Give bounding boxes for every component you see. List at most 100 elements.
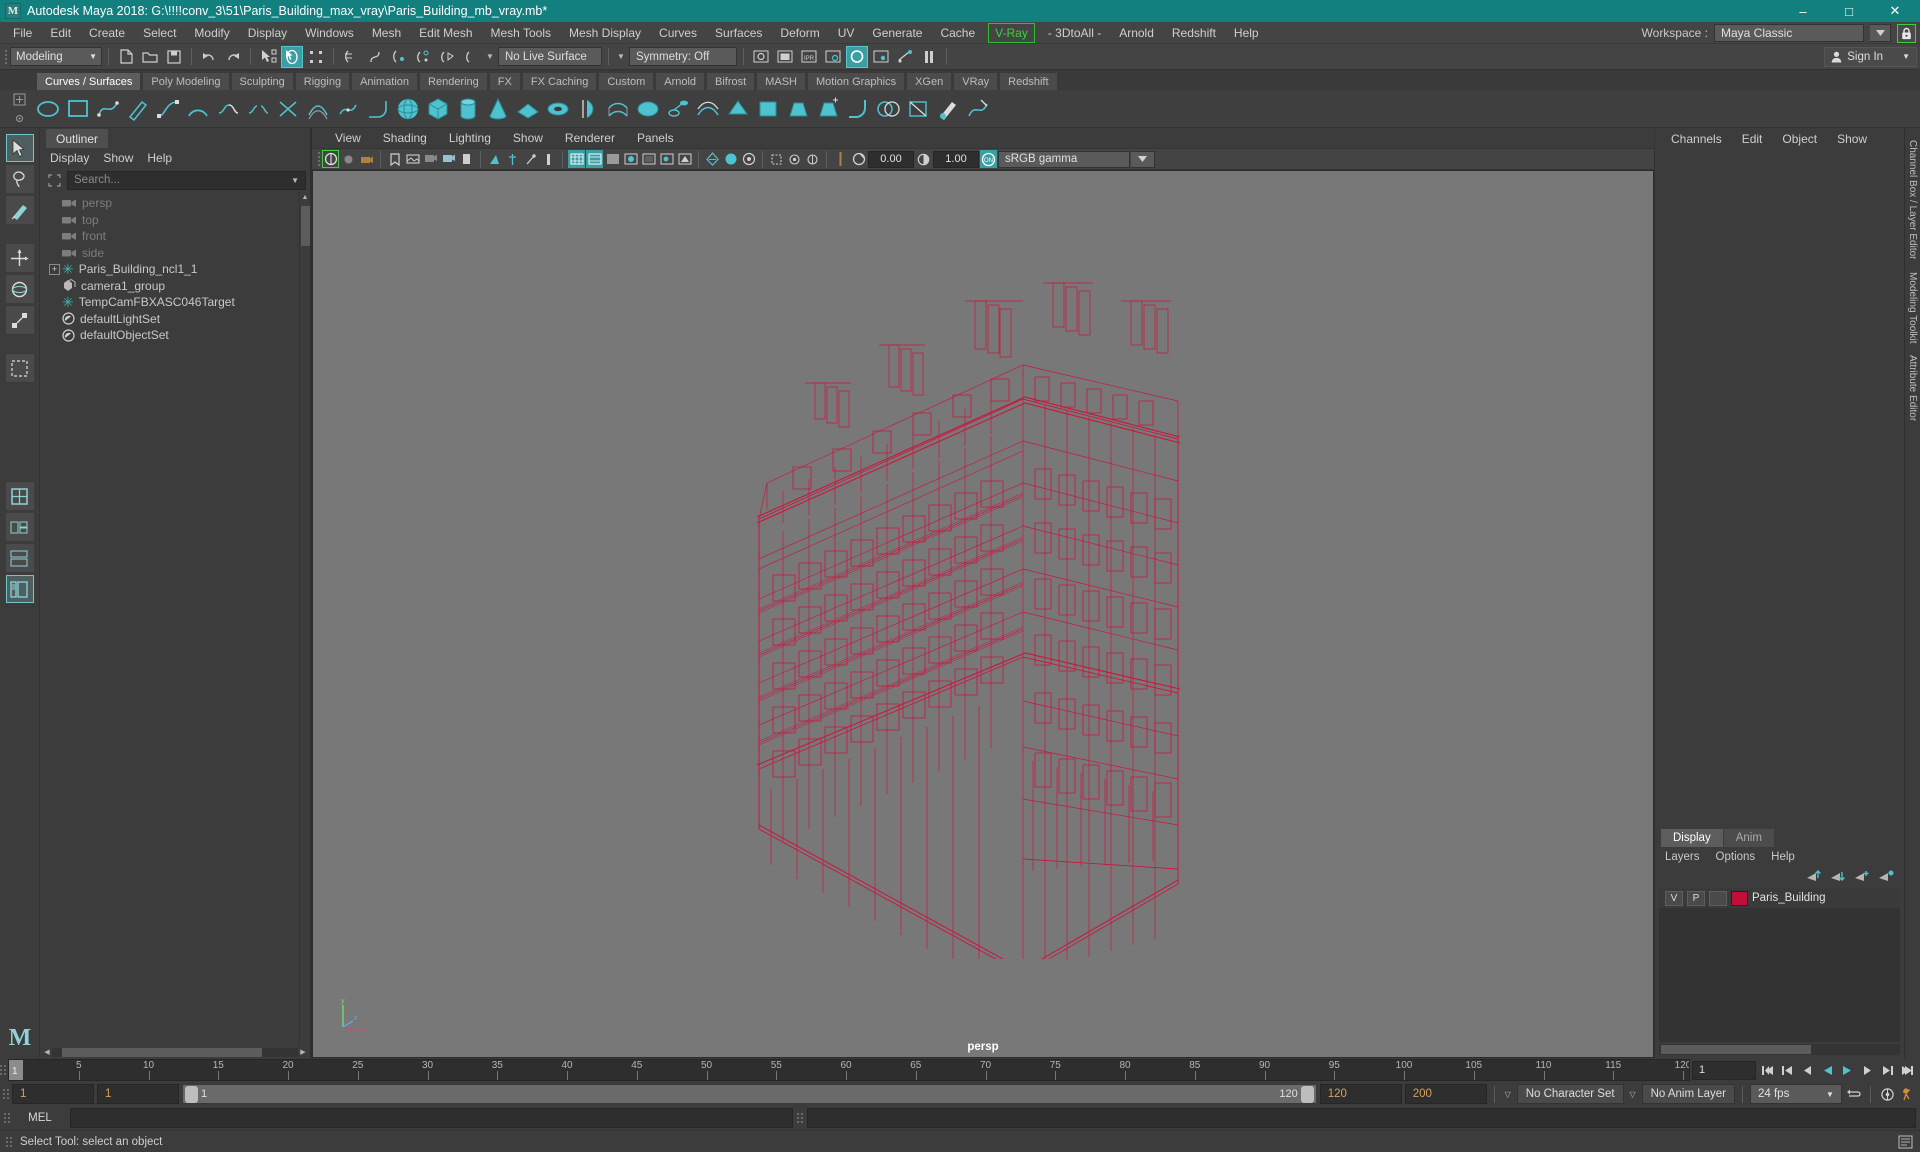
shelf-tab-sculpting[interactable]: Sculpting [230, 72, 294, 90]
nurbs-square-icon[interactable] [64, 95, 91, 122]
make-live-button[interactable] [460, 46, 482, 68]
menu-edit-mesh[interactable]: Edit Mesh [410, 23, 481, 43]
panel-grip[interactable] [4, 1108, 10, 1128]
aperture-icon[interactable] [850, 150, 867, 168]
ep-curve-tool-icon[interactable] [94, 95, 121, 122]
shelf-tab-fx-caching[interactable]: FX Caching [521, 72, 598, 90]
panel-grip[interactable] [3, 1084, 9, 1104]
outliner-menu-show[interactable]: Show [103, 151, 133, 165]
viewport-menu-view[interactable]: View [324, 129, 372, 147]
layer-menu-options[interactable]: Options [1716, 851, 1756, 863]
vtab-modeling-toolkit[interactable]: Modeling Toolkit [1907, 266, 1918, 350]
ruler-icon[interactable] [540, 150, 557, 168]
detach-curves-icon[interactable] [244, 95, 271, 122]
camera-attributes-icon[interactable] [358, 150, 375, 168]
hypershade-button[interactable] [846, 45, 868, 68]
scrollbar-thumb[interactable] [1661, 1045, 1811, 1054]
pause-render-button[interactable] [918, 46, 940, 68]
channelbox-menu-show[interactable]: Show [1827, 129, 1877, 149]
toggle-render-button[interactable] [894, 46, 916, 68]
texture-shading-icon[interactable] [622, 150, 639, 168]
snap-to-grid-button[interactable] [340, 46, 362, 68]
outliner-item-front[interactable]: front [40, 228, 310, 245]
outliner-tab[interactable]: Outliner [46, 129, 109, 148]
three-pane-layout-button[interactable] [5, 544, 34, 572]
film-gate-icon[interactable] [458, 150, 475, 168]
intersect-surfaces-icon[interactable] [874, 95, 901, 122]
shelf-tab-vray[interactable]: VRay [953, 72, 999, 90]
menu-modify[interactable]: Modify [185, 23, 238, 43]
sculpt-geometry-icon[interactable] [934, 95, 961, 122]
shaded-with-wireframe-icon[interactable] [604, 150, 621, 168]
layer-menu-layers[interactable]: Layers [1665, 851, 1700, 863]
shelf-tab-rendering[interactable]: Rendering [419, 72, 488, 90]
shelf-tab-rigging[interactable]: Rigging [294, 72, 351, 90]
nurbs-circle-icon[interactable] [34, 95, 61, 122]
outliner-item-defaultlightset[interactable]: defaultLightSet [40, 311, 310, 328]
move-layer-down-icon[interactable] [1829, 869, 1846, 884]
menu-mesh[interactable]: Mesh [363, 23, 410, 43]
resolution-gate-icon[interactable] [486, 150, 503, 168]
nurbs-plane-icon[interactable] [514, 95, 541, 122]
range-start-field[interactable]: 1 [97, 1084, 179, 1104]
menuset-dropdown[interactable]: Modeling ▼ [10, 47, 102, 66]
symmetry-field[interactable]: Symmetry: Off [629, 47, 737, 66]
script-editor-icon[interactable] [1896, 1132, 1914, 1151]
menu-curves[interactable]: Curves [650, 23, 706, 43]
menu-redshift[interactable]: Redshift [1163, 23, 1225, 43]
menu-display[interactable]: Display [239, 23, 296, 43]
use-all-lights-icon[interactable] [640, 150, 657, 168]
play-forwards-icon[interactable] [1838, 1061, 1856, 1080]
curve-fillet-icon[interactable] [364, 95, 391, 122]
motion-blur-icon[interactable] [704, 150, 721, 168]
rotate-tool-button[interactable] [5, 275, 34, 303]
time-slider[interactable]: 1 5 10 15 20 25 30 35 40 45 50 55 60 65 70 75 80 85 90 95 1… [8, 1059, 1690, 1081]
scrollbar-track[interactable] [52, 1047, 298, 1057]
bevel-icon[interactable] [784, 95, 811, 122]
bookmark-icon[interactable] [386, 150, 403, 168]
chevron-down-icon[interactable]: ▽ [1502, 1090, 1514, 1099]
play-backwards-icon[interactable] [1818, 1061, 1836, 1080]
arc-tool-icon[interactable] [184, 95, 211, 122]
scrollbar-thumb[interactable] [62, 1047, 262, 1057]
outliner-item-tempcam[interactable]: ✳ TempCamFBXASC046Target [40, 294, 310, 311]
menu-mesh-tools[interactable]: Mesh Tools [482, 23, 560, 43]
menu-windows[interactable]: Windows [296, 23, 363, 43]
layer-visibility-toggle[interactable]: V [1665, 890, 1683, 906]
two-pane-layout-button[interactable] [5, 513, 34, 541]
save-scene-button[interactable] [163, 46, 185, 68]
range-start-handle[interactable] [185, 1085, 198, 1103]
scroll-right-icon[interactable]: ▶ [298, 1047, 308, 1057]
layer-row-paris-building[interactable]: V P Paris_Building [1659, 888, 1900, 908]
ipr-render-button[interactable]: IPR [798, 46, 820, 68]
auto-key-icon[interactable] [1878, 1085, 1896, 1104]
animation-end-field[interactable]: 200 [1404, 1084, 1487, 1104]
undo-button[interactable] [198, 46, 220, 68]
planar-surface-icon[interactable] [634, 95, 661, 122]
outliner-item-paris-building[interactable]: + ✳ Paris_Building_ncl1_1 [40, 261, 310, 278]
channel-box-content[interactable] [1655, 150, 1904, 828]
select-by-hierarchy-button[interactable] [257, 46, 279, 68]
open-scene-button[interactable] [139, 46, 161, 68]
bezier-curve-tool-icon[interactable] [154, 95, 181, 122]
go-to-end-icon[interactable] [1898, 1061, 1916, 1080]
pencil-curve-tool-icon[interactable] [124, 95, 151, 122]
select-by-component-button[interactable] [305, 46, 327, 68]
render-view-button[interactable] [870, 46, 892, 68]
menu-select[interactable]: Select [134, 23, 185, 43]
range-end-handle[interactable] [1300, 1085, 1314, 1103]
outliner-item-camera1-group[interactable]: camera1_group [40, 278, 310, 295]
layer-playback-toggle[interactable]: P [1687, 890, 1705, 906]
viewport-menu-lighting[interactable]: Lighting [438, 129, 502, 147]
render-settings-button[interactable] [822, 46, 844, 68]
gate-mask-icon[interactable] [504, 150, 521, 168]
attach-curves-icon[interactable] [214, 95, 241, 122]
viewport-menu-show[interactable]: Show [502, 129, 554, 147]
menu-generate[interactable]: Generate [863, 23, 931, 43]
select-camera-icon[interactable] [322, 150, 339, 168]
outliner-tree[interactable]: persp top front side + ✳ Paris_Building_… [40, 192, 310, 1046]
panel-grip[interactable] [0, 1060, 6, 1080]
character-set-field[interactable]: No Character Set [1516, 1084, 1624, 1104]
square-surface-icon[interactable] [754, 95, 781, 122]
shelf-tab-xgen[interactable]: XGen [906, 72, 953, 90]
